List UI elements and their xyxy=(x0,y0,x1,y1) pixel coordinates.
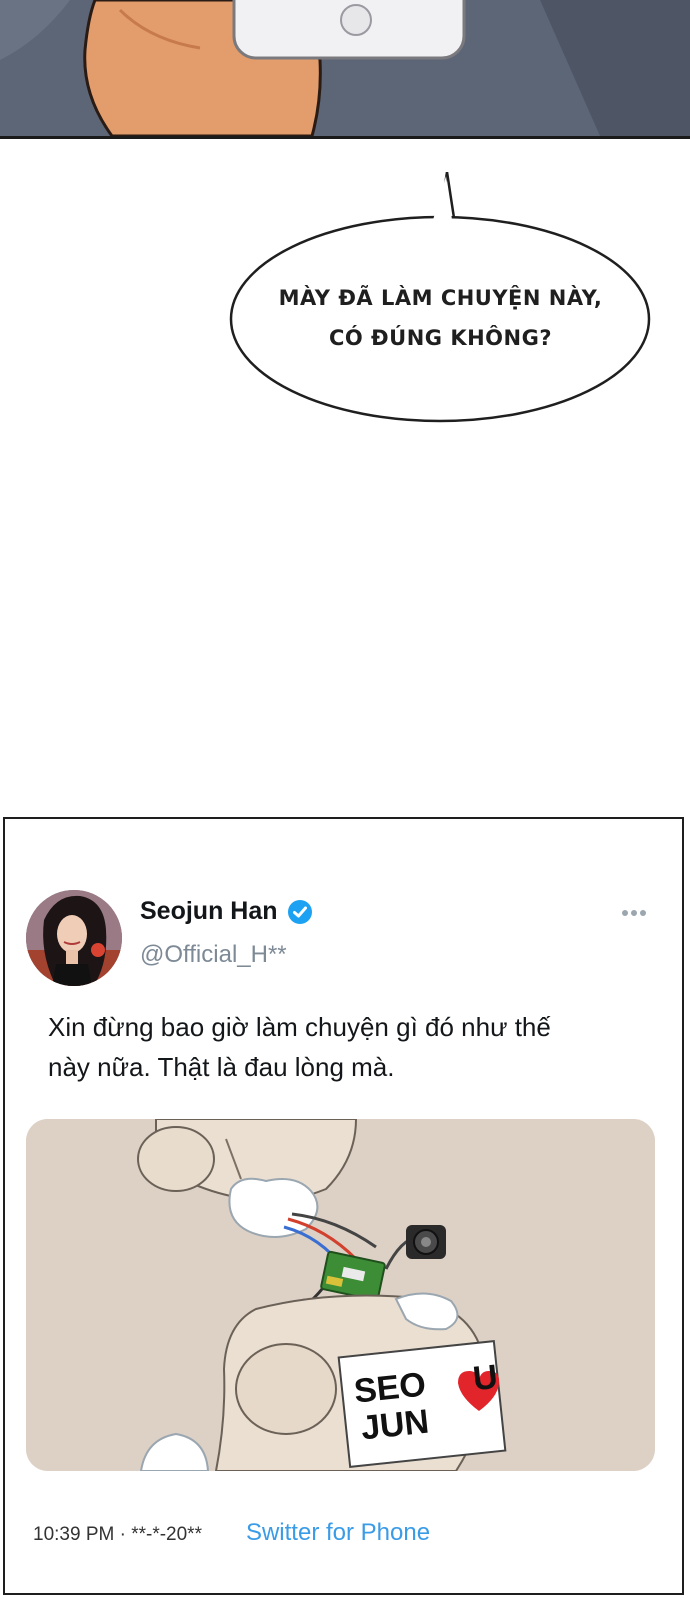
tweet-text: Xin đừng bao giờ làm chuyện gì đó như th… xyxy=(48,1007,658,1087)
speech-line-2: có đúng không? xyxy=(328,326,553,350)
more-dots-icon[interactable] xyxy=(622,910,646,916)
comic-panel-top xyxy=(0,0,690,139)
tweet-text-line-2: này nữa. Thật là đau lòng mà. xyxy=(48,1052,395,1082)
sign-line-2: JUN xyxy=(359,1402,431,1448)
speech-line-1: Mày đã làm chuyện này, xyxy=(278,286,603,310)
tweet-media-image[interactable]: SEO U JUN xyxy=(26,1119,655,1471)
verified-check-icon xyxy=(287,899,312,924)
user-handle[interactable]: @Official_H** xyxy=(140,941,287,969)
sign-line-1-left: SEO xyxy=(352,1365,428,1411)
tweet-source-link[interactable]: Switter for Phone xyxy=(246,1519,430,1547)
tweet-timestamp[interactable]: 10:39 PM · **-*-20** xyxy=(33,1524,202,1546)
avatar[interactable] xyxy=(26,890,122,986)
sign-line-1-right: U xyxy=(471,1357,500,1399)
tweet-card: Seojun Han @Official_H** Xin đừng bao gi… xyxy=(3,817,684,1595)
speech-bubble: Mày đã làm chuyện này, có đúng không? xyxy=(228,172,653,427)
display-name[interactable]: Seojun Han xyxy=(140,897,278,926)
speech-bubble-text: Mày đã làm chuyện này, có đúng không? xyxy=(228,278,653,358)
tweet-text-line-1: Xin đừng bao giờ làm chuyện gì đó như th… xyxy=(48,1012,551,1042)
